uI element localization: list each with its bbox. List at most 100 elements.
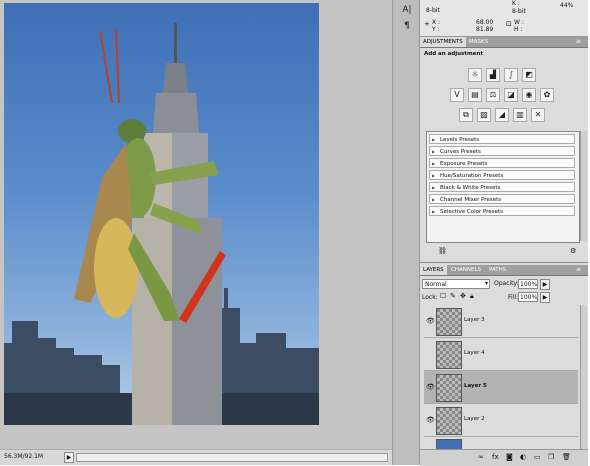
panel-dock-strip: A| ¶ bbox=[392, 0, 420, 465]
opacity-input[interactable]: 100% bbox=[518, 279, 538, 289]
horizontal-scrollbar[interactable] bbox=[76, 453, 388, 462]
fill-value: 100% bbox=[520, 294, 538, 301]
fill-input[interactable]: 100% bbox=[518, 292, 538, 302]
layer-name: Layer 4 bbox=[464, 350, 485, 356]
hue-saturation-icon[interactable]: ▤ bbox=[468, 88, 482, 102]
posterize-icon[interactable]: ▨ bbox=[477, 108, 491, 122]
grasshopper bbox=[74, 28, 226, 323]
channel-mixer-icon[interactable]: ✿ bbox=[540, 88, 554, 102]
x-value: 68.00 bbox=[476, 19, 494, 26]
preset-curves[interactable]: Curves Presets bbox=[429, 146, 575, 157]
bit-depth-2: 8-bit bbox=[512, 8, 526, 15]
layers-panel: LAYERS CHANNELS PATHS ≡ Normal ▾ Opacity… bbox=[420, 265, 588, 466]
preset-channel-mixer[interactable]: Channel Mixer Presets bbox=[429, 194, 575, 205]
opacity-slider-arrow[interactable]: ▶ bbox=[540, 279, 550, 290]
preset-selective-color[interactable]: Selective Color Presets bbox=[429, 206, 575, 217]
adjustments-panel: ADJUSTMENTS MASKS ≡ Add an adjustment ☼ … bbox=[420, 37, 588, 263]
selection-size-icon: ⊡ bbox=[506, 20, 512, 28]
preset-levels[interactable]: Levels Presets bbox=[429, 134, 575, 145]
panel-menu-icon[interactable]: ≡ bbox=[576, 37, 581, 47]
curves-icon[interactable]: ∫ bbox=[504, 68, 518, 82]
adjustment-layer-icon[interactable]: ◐ bbox=[520, 453, 526, 461]
blend-mode-value: Normal bbox=[425, 281, 447, 288]
layers-footer: ∞ fx ◙ ◐ ▭ ❐ 🗑︎ bbox=[420, 449, 588, 466]
preset-black-white[interactable]: Black & White Presets bbox=[429, 182, 575, 193]
tab-channels[interactable]: CHANNELS bbox=[448, 265, 484, 275]
visibility-eye-icon[interactable]: 👁︎ bbox=[426, 416, 435, 424]
brightness-contrast-icon[interactable]: ☼ bbox=[468, 68, 482, 82]
visibility-eye-icon[interactable]: 👁︎ bbox=[426, 317, 435, 325]
adjustments-heading: Add an adjustment bbox=[424, 51, 483, 57]
status-bar: 56.3M/92.1M ▶ bbox=[0, 449, 392, 465]
fill-label: Fill: bbox=[508, 294, 519, 301]
layer-thumbnail bbox=[436, 374, 462, 402]
document-workspace bbox=[0, 0, 392, 449]
preset-hue-saturation[interactable]: Hue/Saturation Presets bbox=[429, 170, 575, 181]
opacity-value: 100% bbox=[520, 281, 538, 288]
clip-to-layer-icon[interactable]: ⛓ bbox=[438, 247, 447, 255]
layers-tabbar: LAYERS CHANNELS PATHS ≡ bbox=[420, 265, 588, 276]
canvas-image[interactable] bbox=[4, 3, 319, 425]
character-panel-icon[interactable]: A| bbox=[401, 4, 413, 16]
link-layers-icon[interactable]: ∞ bbox=[478, 453, 484, 461]
k-percent: 44% bbox=[560, 2, 574, 9]
delete-layer-icon[interactable]: 🗑︎ bbox=[562, 453, 571, 461]
canvas-artwork bbox=[4, 23, 319, 425]
new-layer-icon[interactable]: ❐ bbox=[548, 453, 554, 461]
panels-area: 8-bit K : 44% 8-bit + X : Y : 68.00 81.8… bbox=[420, 0, 588, 466]
black-white-icon[interactable]: ◪ bbox=[504, 88, 518, 102]
layers-menu-icon[interactable]: ≡ bbox=[576, 265, 581, 275]
y-label: Y : bbox=[432, 26, 440, 33]
paragraph-panel-icon[interactable]: ¶ bbox=[401, 20, 413, 32]
levels-icon[interactable]: ▟ bbox=[486, 68, 500, 82]
status-menu-arrow[interactable]: ▶ bbox=[64, 452, 74, 463]
chevron-down-icon: ▾ bbox=[484, 280, 488, 287]
layer-name: Layer 2 bbox=[464, 416, 485, 422]
layer-row[interactable]: Layer 4 bbox=[424, 338, 578, 371]
add-mask-icon[interactable]: ◙ bbox=[506, 453, 513, 461]
layer-thumbnail bbox=[436, 308, 462, 336]
w-label: W : bbox=[514, 19, 524, 26]
layer-row-selected[interactable]: 👁︎ Layer 5 bbox=[424, 371, 578, 404]
tab-masks[interactable]: MASKS bbox=[466, 37, 491, 47]
adjustment-presets-list: Levels Presets Curves Presets Exposure P… bbox=[426, 131, 580, 243]
bit-depth-1: 8-bit bbox=[426, 7, 440, 14]
opacity-label: Opacity: bbox=[494, 280, 519, 287]
vibrance-icon[interactable]: V bbox=[450, 88, 464, 102]
panel-options-icon[interactable]: ⚙ bbox=[570, 247, 576, 255]
tab-paths[interactable]: PATHS bbox=[486, 265, 509, 275]
lock-all-icon[interactable]: 🔒︎ bbox=[470, 292, 474, 301]
lock-transparent-icon[interactable]: ☐ bbox=[440, 292, 446, 300]
threshold-icon[interactable]: ◢ bbox=[495, 108, 509, 122]
layers-scrollbar[interactable] bbox=[580, 305, 587, 449]
layer-style-icon[interactable]: fx bbox=[492, 453, 499, 461]
y-value: 81.89 bbox=[476, 26, 494, 33]
tab-adjustments[interactable]: ADJUSTMENTS bbox=[420, 37, 466, 47]
new-group-icon[interactable]: ▭ bbox=[534, 453, 541, 461]
lock-position-icon[interactable]: ✥ bbox=[460, 292, 466, 300]
visibility-eye-icon[interactable]: 👁︎ bbox=[426, 383, 435, 391]
k-label: K : bbox=[512, 0, 520, 7]
fill-slider-arrow[interactable]: ▶ bbox=[540, 292, 550, 303]
layer-row[interactable]: 👁︎ Layer 2 bbox=[424, 404, 578, 437]
exposure-icon[interactable]: ◩ bbox=[522, 68, 536, 82]
info-panel: 8-bit K : 44% 8-bit + X : Y : 68.00 81.8… bbox=[420, 0, 588, 37]
lock-pixels-icon[interactable]: ✎ bbox=[450, 292, 456, 300]
h-label: H : bbox=[514, 26, 523, 33]
selective-color-icon[interactable]: ✕ bbox=[531, 108, 545, 122]
tab-layers[interactable]: LAYERS bbox=[420, 265, 447, 275]
photo-filter-icon[interactable]: ◉ bbox=[522, 88, 536, 102]
layer-name: Layer 3 bbox=[464, 317, 485, 323]
crosshair-icon: + bbox=[424, 20, 430, 28]
layer-thumbnail bbox=[436, 407, 462, 435]
document-size-readout[interactable]: 56.3M/92.1M bbox=[4, 453, 43, 460]
presets-scrollbar[interactable] bbox=[580, 131, 587, 241]
blend-mode-select[interactable]: Normal ▾ bbox=[422, 279, 490, 289]
gradient-map-icon[interactable]: ▥ bbox=[513, 108, 527, 122]
preset-exposure[interactable]: Exposure Presets bbox=[429, 158, 575, 169]
color-balance-icon[interactable]: ⚖ bbox=[486, 88, 500, 102]
layer-row[interactable]: 👁︎ Layer 3 bbox=[424, 305, 578, 338]
layers-list: 👁︎ Layer 3 Layer 4 👁︎ Layer 5 👁︎ Layer 2 bbox=[420, 305, 588, 451]
lock-label: Lock: bbox=[422, 294, 438, 301]
invert-icon[interactable]: ⧉ bbox=[459, 108, 473, 122]
